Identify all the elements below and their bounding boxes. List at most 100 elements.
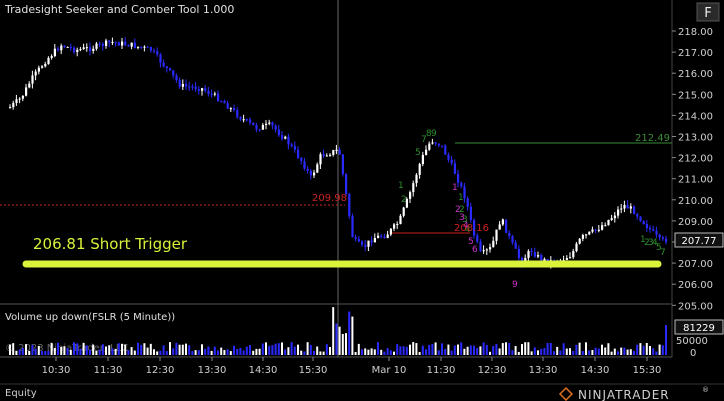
candle-body (191, 86, 194, 88)
volume-bar (367, 349, 370, 355)
candle-body (143, 46, 146, 48)
time-tick-label: 15:30 (633, 365, 662, 376)
candle-body (415, 174, 418, 184)
volume-bar (338, 326, 341, 355)
volume-bar (226, 349, 229, 355)
candle-body (601, 225, 604, 230)
price-tick-label: 213.00 (678, 133, 713, 144)
candle-body (169, 68, 172, 71)
candle-body (402, 207, 405, 216)
volume-bar (665, 325, 667, 355)
candle-body (354, 237, 357, 240)
volume-bar (517, 351, 520, 355)
volume-bar (610, 351, 613, 355)
candle-body (322, 154, 325, 156)
time-tick-label: 13:30 (198, 365, 227, 376)
chart-canvas[interactable]: 12578 912341234571234569 209.98 208.16 21… (0, 0, 724, 401)
volume-bar (18, 349, 21, 355)
candle-body (386, 234, 389, 239)
volume-bar (41, 351, 43, 355)
seeker-count-green: 2 (401, 195, 407, 205)
candle-body (277, 129, 280, 136)
volume-bar (409, 344, 411, 355)
candle-body (508, 232, 511, 237)
volume-bar (293, 346, 296, 355)
candle-body (591, 229, 594, 232)
candle-body (434, 142, 437, 144)
candle-body (85, 47, 88, 49)
candle-body (210, 93, 213, 95)
candle-body (348, 193, 351, 216)
seeker-count-green: 5 (415, 148, 421, 158)
time-tick-label: 11:30 (427, 365, 456, 376)
volume-bar (373, 349, 376, 355)
candle-body (303, 160, 306, 169)
volume-bar (575, 344, 578, 355)
volume-bar (213, 346, 216, 355)
volume-bar (236, 348, 239, 355)
volume-bar (146, 347, 149, 355)
candle-body (252, 122, 255, 126)
candle-body (18, 98, 21, 100)
candle-body (565, 258, 568, 260)
candle-body (114, 41, 117, 43)
time-tick-label: Mar 10 (372, 365, 407, 376)
candle-body (21, 95, 24, 99)
candle-body (380, 235, 383, 237)
volume-bar (197, 350, 200, 355)
volume-bar (399, 346, 402, 355)
time-tick-label: 12:30 (146, 365, 175, 376)
candle-body (492, 240, 495, 248)
candle-body (469, 206, 472, 220)
volume-bar (15, 350, 18, 355)
volume-bar (53, 348, 56, 355)
volume-bar (303, 351, 306, 355)
candle-body (636, 214, 639, 217)
candle-body (511, 236, 514, 243)
seeker-count-green: 1 (458, 193, 464, 203)
volume-bar (127, 350, 130, 355)
volume-bar (143, 343, 146, 355)
volume-bar (191, 351, 194, 355)
volume-bar (284, 349, 287, 355)
candle-body (575, 243, 578, 252)
volume-bar (357, 343, 360, 355)
window-background (0, 0, 724, 401)
volume-bar (428, 344, 431, 355)
volume-bar (108, 345, 111, 355)
volume-bar (549, 342, 552, 355)
volume-bar (274, 343, 277, 355)
candle-body (329, 154, 332, 156)
volume-bar (175, 342, 178, 355)
volume-bar (508, 342, 511, 355)
candle-body (514, 242, 517, 249)
seeker-count-magenta: 9 (512, 280, 518, 290)
candle-body (533, 252, 536, 257)
equity-tab[interactable]: Equity (5, 388, 37, 399)
volume-bar (530, 351, 533, 355)
candle-body (393, 224, 396, 229)
volume-bar (252, 350, 255, 355)
candle-body (197, 89, 200, 91)
volume-bar (553, 351, 555, 355)
candle-body (213, 93, 216, 95)
volume-bar (473, 345, 475, 355)
volume-bar (12, 343, 15, 355)
candle-body (377, 235, 380, 239)
volume-bar (581, 350, 584, 355)
short-trigger-annotation[interactable]: 206.81 Short Trigger (33, 235, 188, 253)
volume-bar (594, 347, 597, 355)
seeker-count-green: 9 (431, 129, 437, 139)
candle-body (95, 43, 98, 49)
volume-bar (47, 350, 50, 355)
price-tick-label: 214.00 (678, 111, 713, 122)
volume-bar (383, 351, 386, 355)
candle-body (261, 124, 264, 130)
volume-bar (309, 344, 312, 355)
candle-body (127, 45, 130, 47)
volume-bar (210, 350, 213, 355)
volume-bar (229, 351, 232, 355)
candle-body (53, 48, 56, 57)
candle-body (249, 119, 252, 123)
candle-body (633, 206, 636, 215)
